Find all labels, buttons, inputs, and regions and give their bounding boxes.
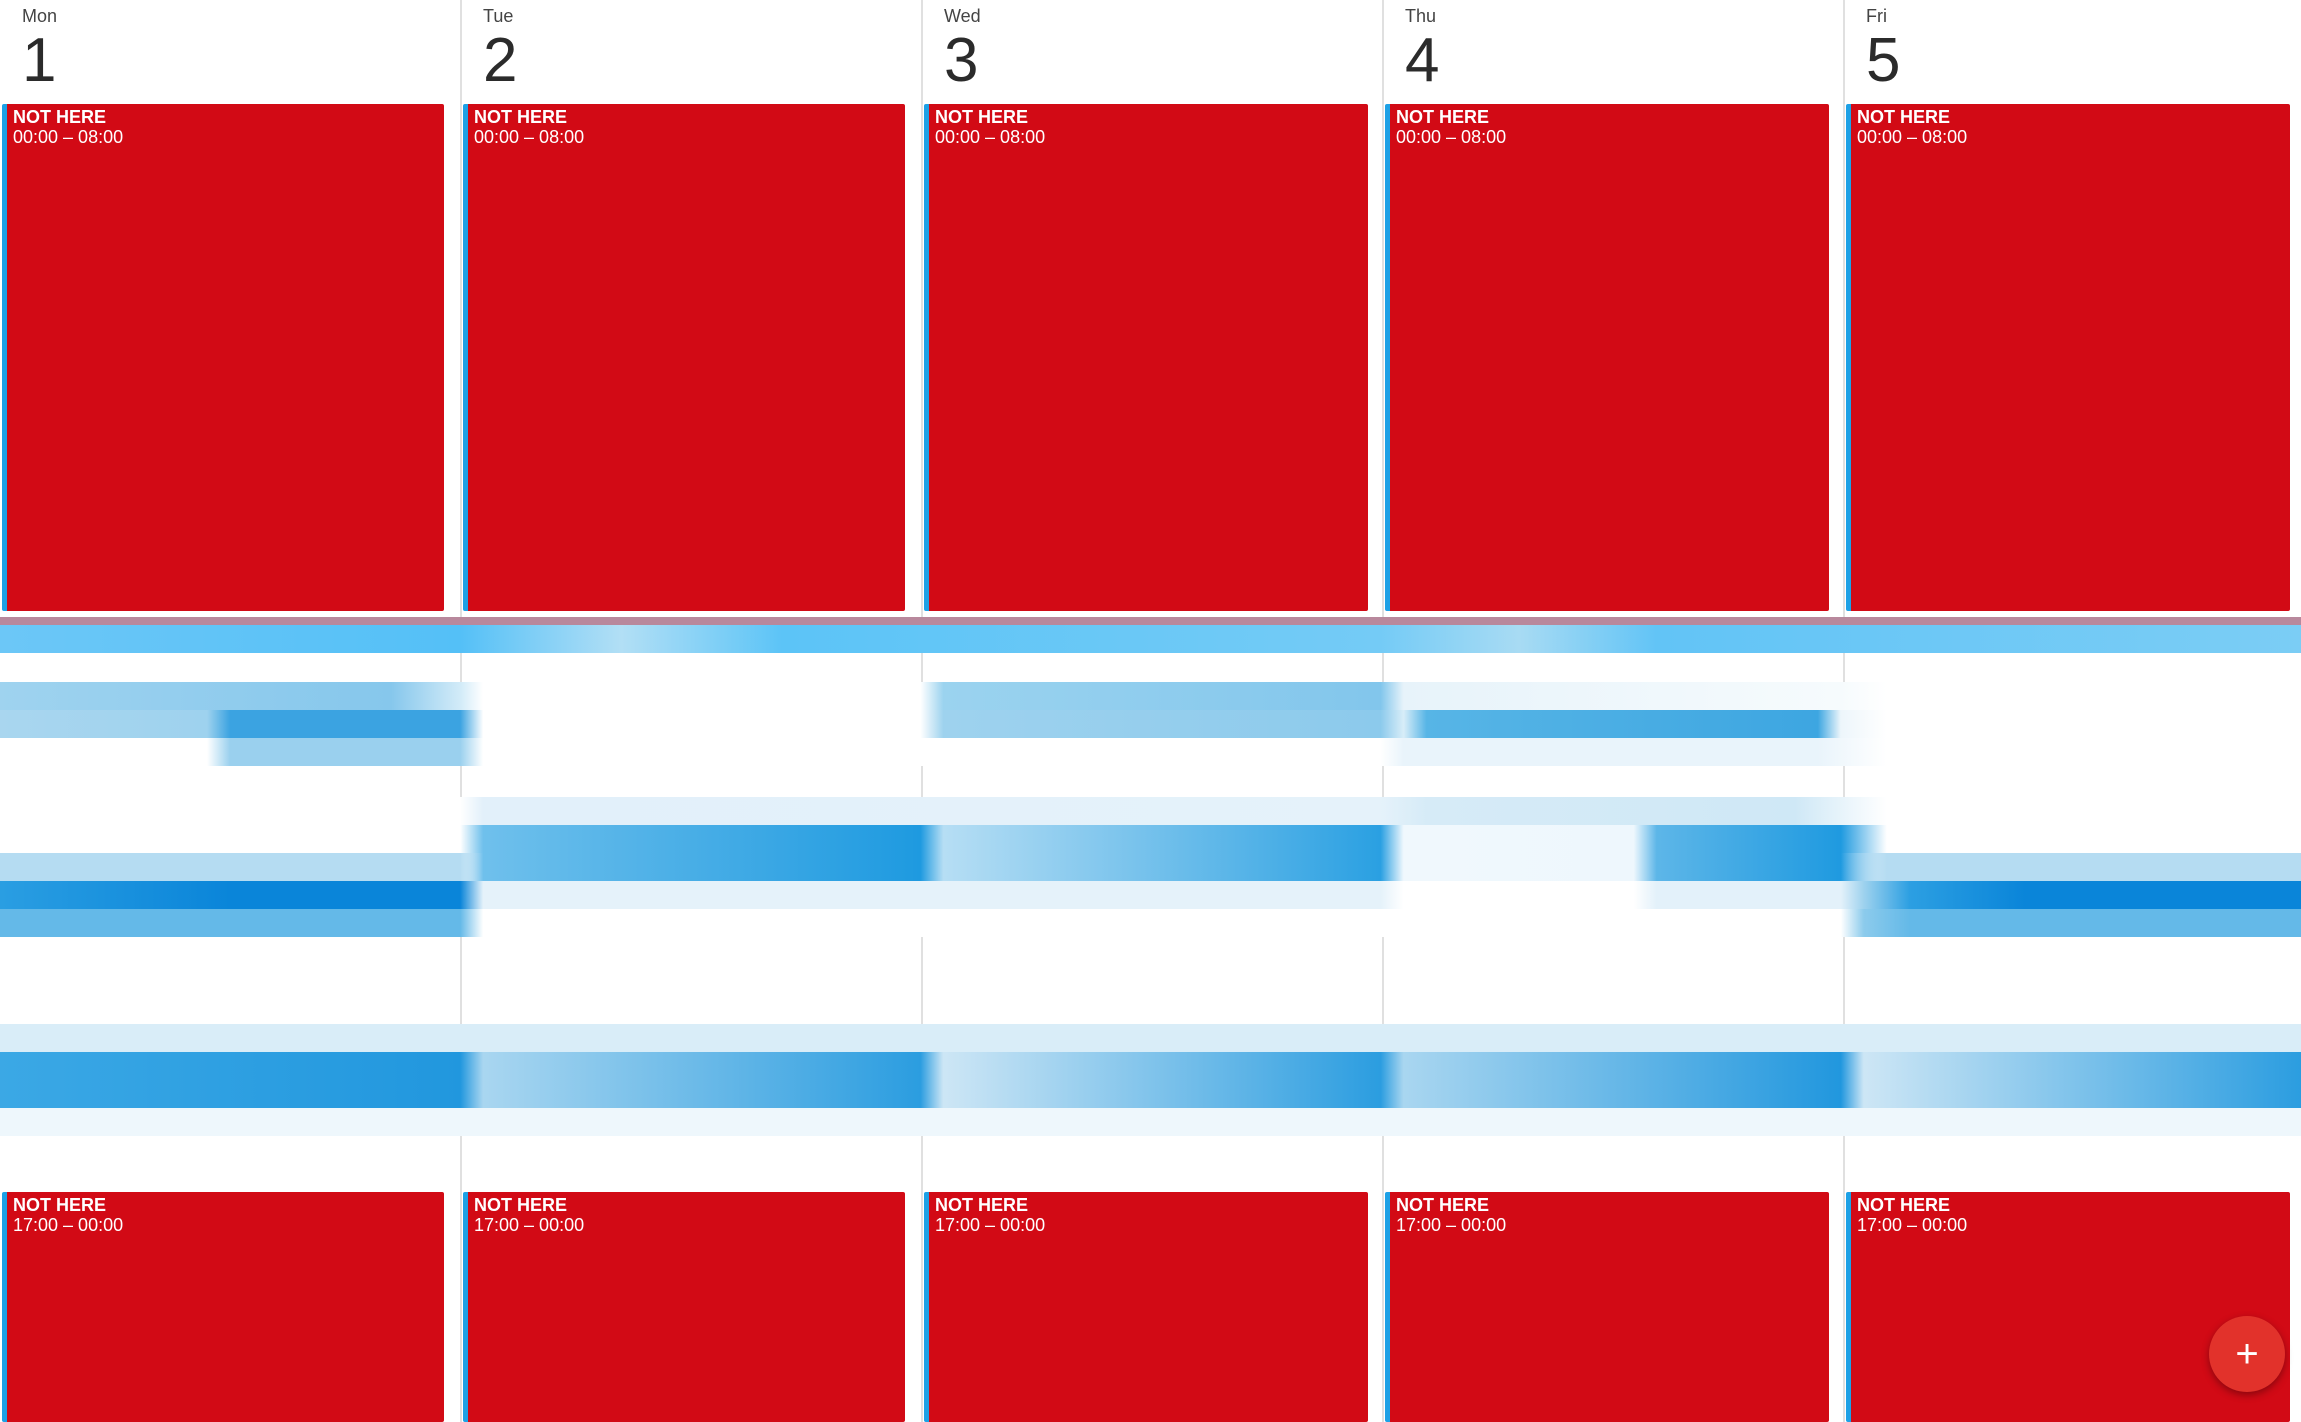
- day-of-week: Fri: [1866, 6, 1887, 26]
- event-title: NOT HERE: [474, 107, 568, 127]
- event-morning-wed[interactable]: NOT HERE 00:00 – 08:00: [924, 104, 1368, 611]
- event-title: NOT HERE: [1396, 1195, 1490, 1215]
- day-of-week: Mon: [22, 6, 58, 26]
- day-header-wed[interactable]: Wed 3: [944, 0, 1364, 104]
- event-morning-fri[interactable]: NOT HERE 00:00 – 08:00: [1846, 104, 2290, 611]
- event-title: NOT HERE: [1857, 107, 1951, 127]
- event-morning-thu[interactable]: NOT HERE 00:00 – 08:00: [1385, 104, 1829, 611]
- event-title: NOT HERE: [935, 1195, 1029, 1215]
- event-time: 17:00 – 00:00: [1396, 1215, 1507, 1235]
- day-number[interactable]: 2: [483, 26, 517, 96]
- day-number[interactable]: 5: [1866, 26, 1900, 96]
- day-header-tue[interactable]: Tue 2: [483, 0, 903, 104]
- event-evening-wed[interactable]: NOT HERE 17:00 – 00:00: [924, 1192, 1368, 1422]
- plus-icon: +: [2235, 1332, 2259, 1376]
- event-time: 00:00 – 08:00: [13, 127, 124, 147]
- day-number[interactable]: 3: [944, 26, 978, 96]
- event-evening-thu[interactable]: NOT HERE 17:00 – 00:00: [1385, 1192, 1829, 1422]
- event-time: 00:00 – 08:00: [474, 127, 585, 147]
- event-time: 17:00 – 00:00: [474, 1215, 585, 1235]
- event-title: NOT HERE: [935, 107, 1029, 127]
- day-of-week: Tue: [483, 6, 514, 26]
- event-title: NOT HERE: [1396, 107, 1490, 127]
- event-title: NOT HERE: [474, 1195, 568, 1215]
- event-morning-mon[interactable]: NOT HERE 00:00 – 08:00: [2, 104, 444, 611]
- event-time: 00:00 – 08:00: [1396, 127, 1507, 147]
- event-title: NOT HERE: [1857, 1195, 1951, 1215]
- day-header-fri[interactable]: Fri 5: [1866, 0, 2286, 104]
- event-time: 17:00 – 00:00: [935, 1215, 1046, 1235]
- day-header-thu[interactable]: Thu 4: [1405, 0, 1825, 104]
- event-evening-fri[interactable]: NOT HERE 17:00 – 00:00: [1846, 1192, 2290, 1422]
- day-number[interactable]: 4: [1405, 26, 1439, 96]
- event-evening-mon[interactable]: NOT HERE 17:00 – 00:00: [2, 1192, 444, 1422]
- event-title: NOT HERE: [13, 1195, 107, 1215]
- day-of-week: Thu: [1405, 6, 1437, 26]
- event-evening-tue[interactable]: NOT HERE 17:00 – 00:00: [463, 1192, 905, 1422]
- day-header-mon[interactable]: Mon 1: [22, 0, 442, 104]
- event-morning-tue[interactable]: NOT HERE 00:00 – 08:00: [463, 104, 905, 611]
- event-time: 00:00 – 08:00: [1857, 127, 1968, 147]
- add-event-button[interactable]: +: [2209, 1316, 2285, 1392]
- event-time: 17:00 – 00:00: [13, 1215, 124, 1235]
- day-of-week: Wed: [944, 6, 981, 26]
- event-title: NOT HERE: [13, 107, 107, 127]
- event-time: 00:00 – 08:00: [935, 127, 1046, 147]
- event-time: 17:00 – 00:00: [1857, 1215, 1968, 1235]
- day-number[interactable]: 1: [22, 26, 56, 96]
